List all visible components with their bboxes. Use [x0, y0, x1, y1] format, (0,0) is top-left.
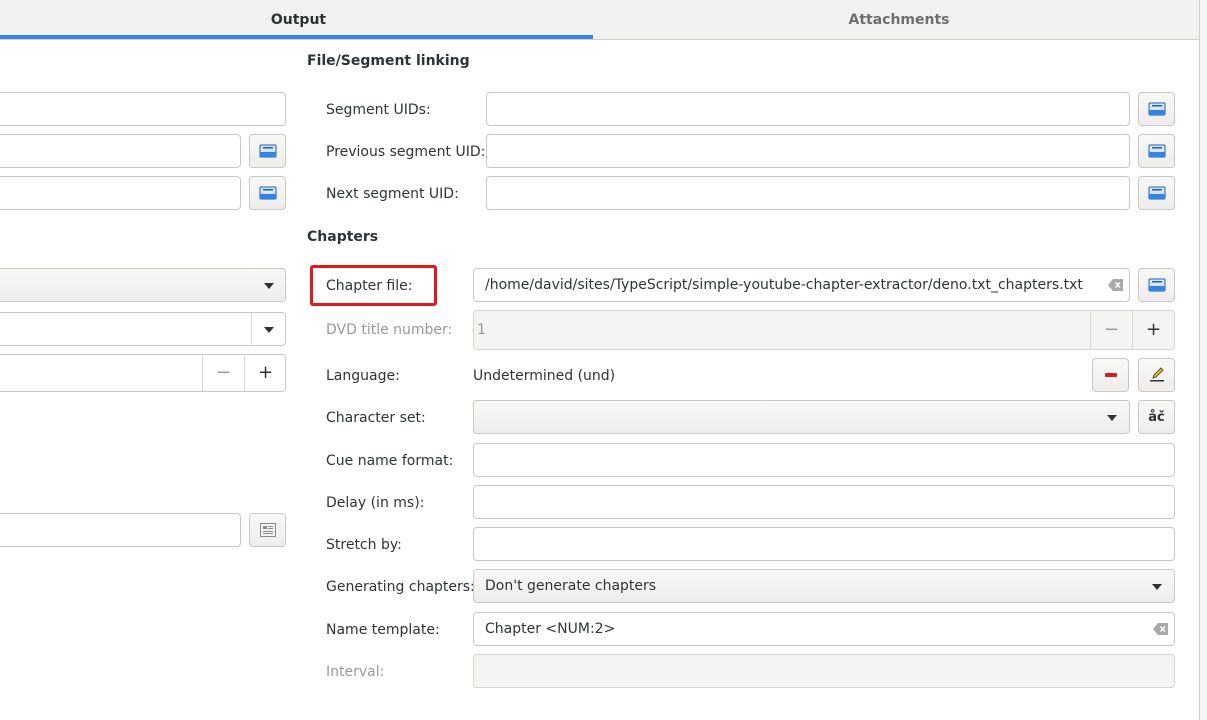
left-field-1[interactable] [0, 92, 286, 126]
decrement-button[interactable]: − [1091, 320, 1132, 340]
active-tab-indicator [0, 35, 593, 39]
charset-label: Character set: [326, 410, 426, 426]
tab-output[interactable]: Output [0, 0, 597, 40]
language-label: Language: [326, 368, 400, 384]
chevron-down-icon [1152, 584, 1162, 590]
generating-chapters-label: Generating chapters: [326, 579, 475, 595]
open-file-icon [259, 186, 276, 200]
left-field-2[interactable] [0, 134, 241, 168]
chevron-down-icon [264, 327, 274, 333]
interval-input[interactable] [473, 654, 1175, 688]
previous-uid-label: Previous segment UID: [326, 144, 486, 160]
cue-name-label: Cue name format: [326, 453, 454, 469]
chapter-file-browse-button[interactable] [1138, 268, 1175, 302]
chevron-down-icon [1107, 415, 1117, 421]
remove-language-button[interactable] [1092, 358, 1129, 392]
open-file-icon [1148, 278, 1165, 292]
interval-label: Interval: [326, 664, 385, 680]
clear-text-icon[interactable] [1153, 623, 1169, 635]
chevron-down-icon [264, 283, 274, 289]
dvd-title-spin[interactable]: 1 − + [473, 310, 1175, 350]
chapter-file-value: /home/david/sites/TypeScript/simple-yout… [485, 277, 1083, 293]
left-field-3[interactable] [0, 176, 241, 210]
segment-uids-browse-button[interactable] [1138, 92, 1175, 126]
language-value: Undetermined (und) [473, 368, 616, 384]
scrollbar-edge[interactable] [1199, 0, 1207, 720]
next-uid-label: Next segment UID: [326, 186, 459, 202]
section-title-linking: File/Segment linking [307, 53, 470, 69]
left-editable-combo[interactable] [0, 312, 286, 346]
previous-uid-input[interactable] [486, 134, 1130, 168]
edit-language-button[interactable] [1138, 358, 1175, 392]
list-details-icon [259, 523, 276, 537]
tab-attachments[interactable]: Attachments [597, 0, 1201, 40]
increment-button[interactable]: + [245, 363, 286, 383]
segment-uids-label: Segment UIDs: [326, 102, 431, 118]
dvd-title-label: DVD title number: [326, 322, 453, 338]
edit-icon [1149, 367, 1164, 382]
left-spin-field[interactable]: − + [0, 354, 286, 392]
stretch-input[interactable] [473, 527, 1175, 561]
name-template-label: Name template: [326, 622, 440, 638]
segment-uids-input[interactable] [486, 92, 1130, 126]
cue-name-input[interactable] [473, 443, 1175, 477]
generating-chapters-combo[interactable]: Don't generate chapters [473, 569, 1175, 603]
next-uid-browse-button[interactable] [1138, 176, 1175, 210]
left-browse-button-1[interactable] [249, 134, 286, 168]
decrement-button[interactable]: − [203, 363, 244, 383]
open-file-icon [1148, 186, 1165, 200]
chapter-file-label: Chapter file: [326, 278, 413, 294]
name-template-input[interactable]: Chapter <NUM:2> [473, 612, 1175, 646]
delay-input[interactable] [473, 485, 1175, 519]
charset-combo[interactable] [473, 400, 1130, 434]
previous-uid-browse-button[interactable] [1138, 134, 1175, 168]
divider [251, 313, 252, 345]
open-file-icon [1148, 102, 1165, 116]
remove-icon [1104, 373, 1117, 377]
stretch-label: Stretch by: [326, 537, 402, 553]
dvd-title-value: 1 [477, 322, 486, 338]
section-title-chapters: Chapters [307, 229, 379, 245]
chapter-file-input[interactable]: /home/david/sites/TypeScript/simple-yout… [473, 268, 1130, 302]
open-file-icon [1148, 144, 1165, 158]
clear-text-icon[interactable] [1108, 279, 1124, 291]
left-details-button[interactable] [249, 513, 286, 547]
left-combo-1[interactable] [0, 268, 286, 302]
open-file-icon [259, 144, 276, 158]
generating-chapters-value: Don't generate chapters [485, 578, 657, 594]
left-field-4[interactable] [0, 513, 241, 547]
name-template-value: Chapter <NUM:2> [485, 621, 616, 637]
left-browse-button-2[interactable] [249, 176, 286, 210]
delay-label: Delay (in ms): [326, 495, 425, 511]
charset-preview-button[interactable]: åč [1138, 400, 1175, 434]
increment-button[interactable]: + [1133, 320, 1174, 340]
next-uid-input[interactable] [486, 176, 1130, 210]
